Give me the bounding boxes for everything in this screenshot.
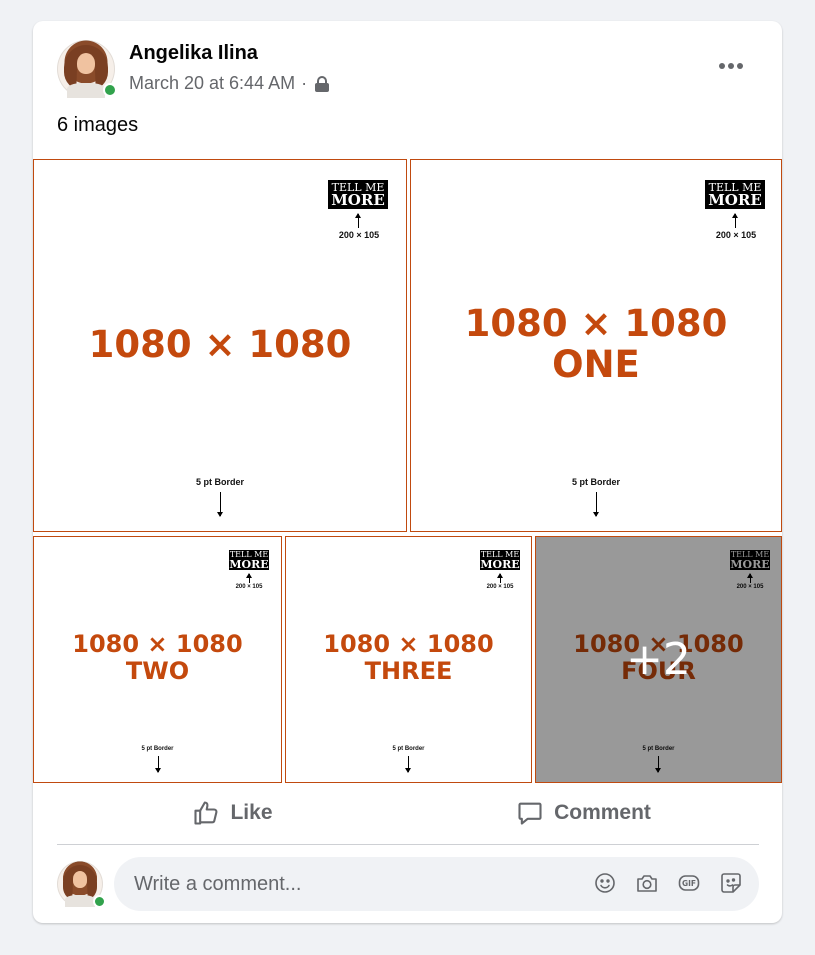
- arrow-up-icon: [732, 213, 738, 228]
- post-timestamp[interactable]: March 20 at 6:44 AM: [129, 73, 295, 94]
- badge-size-label: 200 × 105: [715, 230, 757, 240]
- author-name[interactable]: Angelika Ilina: [129, 42, 258, 65]
- post-image-2[interactable]: TELL ME MORE 200 × 105 1080 × 1080 ONE 5…: [410, 159, 782, 532]
- image-main-label: 1080 × 1080 TWO: [72, 630, 243, 685]
- post-image-3[interactable]: TELL ME MORE 200 × 105 1080 × 1080 TWO 5…: [33, 536, 282, 783]
- comment-input[interactable]: [132, 871, 576, 897]
- post-meta: March 20 at 6:44 AM ·: [129, 73, 330, 94]
- like-label: Like: [230, 800, 273, 824]
- image-main-label: 1080 × 1080: [88, 323, 352, 366]
- comment-tools: GIF: [593, 871, 743, 895]
- more-images-count: +2: [626, 634, 691, 685]
- comment-composer: GIF: [57, 857, 759, 911]
- border-label: 5 pt Border: [195, 477, 244, 487]
- post-image-1[interactable]: TELL ME MORE 200 × 105 1080 × 1080 5 pt …: [33, 159, 407, 532]
- gif-icon[interactable]: GIF: [677, 871, 701, 895]
- meta-separator: ·: [301, 73, 308, 93]
- post-text: 6 images: [57, 114, 139, 136]
- comment-label: Comment: [554, 800, 651, 824]
- border-label: 5 pt Border: [141, 746, 174, 752]
- svg-text:GIF: GIF: [682, 879, 696, 888]
- current-user-avatar[interactable]: [57, 861, 106, 908]
- thumbs-up-icon: [194, 800, 218, 825]
- tell-me-more-logo: TELL ME MORE: [228, 549, 270, 571]
- more-images-overlay[interactable]: +2: [536, 537, 781, 782]
- tell-me-more-logo: TELL ME MORE: [704, 179, 766, 210]
- camera-icon[interactable]: [635, 871, 659, 895]
- post-card: Angelika Ilina March 20 at 6:44 AM · 6 i…: [33, 21, 782, 923]
- like-button[interactable]: Like: [57, 781, 408, 844]
- arrow-down-icon: [155, 756, 161, 773]
- post-image-4[interactable]: TELL ME MORE 200 × 105 1080 × 1080 THREE…: [285, 536, 532, 783]
- post-image-5[interactable]: TELL ME MORE 200 × 105 1080 × 1080 FOUR …: [535, 536, 782, 783]
- comment-button[interactable]: Comment: [408, 781, 759, 844]
- emoji-icon[interactable]: [593, 871, 617, 895]
- author-avatar[interactable]: [57, 40, 117, 98]
- badge-size-label: 200 × 105: [486, 584, 514, 590]
- lock-icon[interactable]: [315, 75, 330, 92]
- image-main-label: 1080 × 1080 ONE: [464, 302, 728, 387]
- tell-me-more-logo: TELL ME MORE: [479, 549, 521, 571]
- border-label: 5 pt Border: [392, 746, 425, 752]
- online-status-dot: [93, 895, 106, 908]
- more-options-icon[interactable]: [713, 51, 749, 81]
- post-actions-bar: Like Comment: [57, 781, 759, 845]
- tell-me-more-logo: TELL ME MORE: [327, 179, 389, 210]
- online-status-dot: [103, 83, 117, 97]
- arrow-down-icon: [217, 492, 223, 517]
- image-main-label: 1080 × 1080 THREE: [323, 630, 494, 685]
- sticker-icon[interactable]: [719, 871, 743, 895]
- arrow-down-icon: [405, 756, 411, 773]
- arrow-up-icon: [355, 213, 361, 228]
- speech-bubble-icon: [518, 802, 542, 825]
- badge-size-label: 200 × 105: [235, 584, 263, 590]
- arrow-up-icon: [246, 573, 252, 583]
- comment-box[interactable]: GIF: [114, 857, 759, 911]
- arrow-up-icon: [497, 573, 503, 583]
- arrow-down-icon: [593, 492, 599, 517]
- badge-size-label: 200 × 105: [338, 230, 380, 240]
- border-label: 5 pt Border: [571, 477, 620, 487]
